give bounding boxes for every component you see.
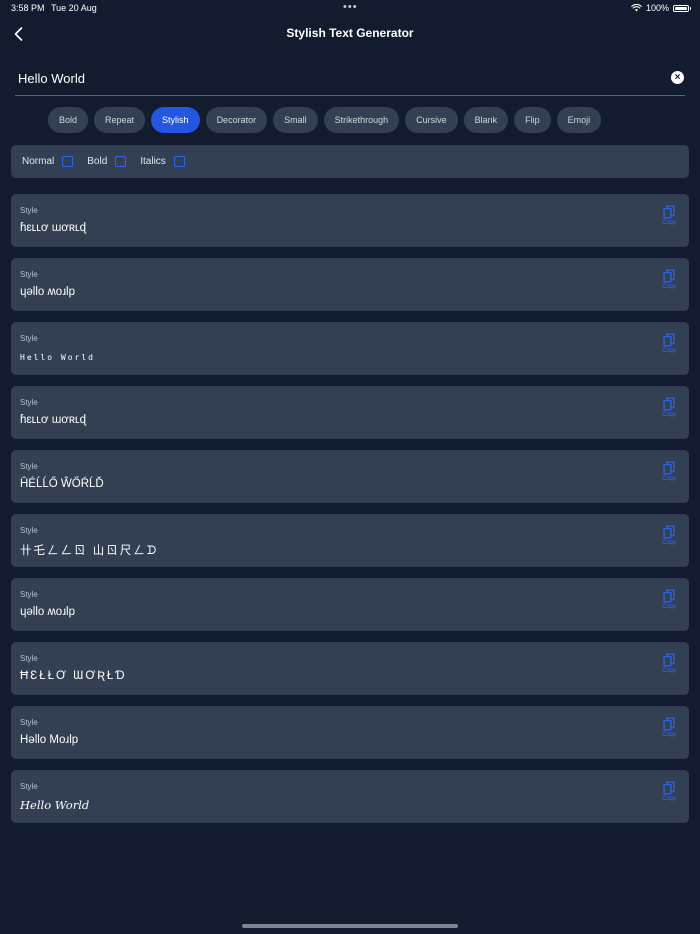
copy-button[interactable]: Copy — [661, 205, 677, 229]
style-text: ɥǝllo ʍoɹlp — [20, 606, 75, 618]
status-time: 3:58 PM — [11, 3, 45, 13]
style-text: ĤÉĹĹŐ ŴŐŔĹĎ — [20, 478, 104, 490]
style-card[interactable]: Style 卄乇ㄥㄥㄖ 山ㄖ尺ㄥᗪ Copy — [11, 514, 689, 567]
multitasking-dots[interactable]: ••• — [343, 1, 358, 13]
style-caption: Style — [20, 206, 38, 215]
style-text: ɦɛʟʟơ ɯơʀʟɖ — [20, 414, 87, 426]
copy-icon — [663, 717, 675, 731]
style-card[interactable]: Style Hǝllo Moɹlp Copy — [11, 706, 689, 759]
copy-label: Copy — [661, 220, 676, 226]
copy-icon — [663, 461, 675, 475]
style-caption: Style — [20, 334, 38, 343]
copy-icon — [663, 269, 675, 283]
copy-button[interactable]: Copy — [661, 589, 677, 613]
copy-icon — [663, 397, 675, 411]
style-caption: Style — [20, 462, 38, 471]
copy-label: Copy — [661, 732, 676, 738]
style-caption: Style — [20, 590, 38, 599]
battery-percent: 100% — [645, 3, 669, 13]
copy-button[interactable]: Copy — [661, 397, 677, 421]
style-card[interactable]: Style ɦɛʟʟơ ɯơʀʟɖ Copy — [11, 194, 689, 247]
copy-icon — [663, 525, 675, 539]
style-text: ɦɛʟʟơ ɯơʀʟɖ — [20, 222, 87, 234]
style-card[interactable]: Style ɥǝllo ʍoɹlp Copy — [11, 578, 689, 631]
copy-label: Copy — [661, 476, 676, 482]
style-caption: Style — [20, 526, 38, 535]
tab-cursive[interactable]: Cursive — [405, 107, 458, 133]
tab-small[interactable]: Small — [273, 107, 318, 133]
wifi-icon — [631, 4, 642, 12]
style-text: Hello World — [20, 798, 90, 812]
copy-button[interactable]: Copy — [661, 781, 677, 805]
tab-decorator[interactable]: Decorator — [205, 107, 268, 133]
text-input-row: × — [15, 66, 685, 96]
copy-label: Copy — [661, 540, 676, 546]
bold-checkbox[interactable] — [115, 156, 127, 167]
normal-label: Normal — [22, 156, 55, 167]
style-card[interactable]: Style ĤÉĹĹŐ ŴŐŔĹĎ Copy — [11, 450, 689, 503]
style-text: ĦƐŁŁƠ ƜƠƦŁƊ — [20, 670, 127, 682]
style-text: Hǝllo Moɹlp — [20, 734, 79, 746]
tab-bold[interactable]: Bold — [48, 107, 89, 133]
tab-repeat[interactable]: Repeat — [94, 107, 146, 133]
style-caption: Style — [20, 654, 38, 663]
text-input[interactable] — [15, 66, 658, 90]
tab-flip[interactable]: Flip — [514, 107, 551, 133]
page-title: Stylish Text Generator — [286, 26, 414, 40]
copy-label: Copy — [661, 284, 676, 290]
italics-checkbox[interactable] — [173, 156, 185, 167]
style-caption: Style — [20, 782, 38, 791]
style-category-tabs: Bold Repeat Stylish Decorator Small Stri… — [48, 107, 602, 133]
bold-label: Bold — [87, 156, 108, 167]
style-card[interactable]: Style ĦƐŁŁƠ ƜƠƦŁƊ Copy — [11, 642, 689, 695]
italics-label: Italics — [140, 156, 166, 167]
style-list: Style ɦɛʟʟơ ɯơʀʟɖ Copy Style ɥǝllo ʍoɹlp… — [11, 194, 689, 834]
copy-button[interactable]: Copy — [661, 461, 677, 485]
copy-label: Copy — [661, 412, 676, 418]
tab-stylish[interactable]: Stylish — [151, 107, 200, 133]
tab-blank[interactable]: Blank — [463, 107, 509, 133]
style-card[interactable]: Style Hello World Copy — [11, 770, 689, 823]
status-bar: 3:58 PM Tue 20 Aug ••• 100% — [0, 0, 700, 18]
copy-button[interactable]: Copy — [661, 525, 677, 549]
copy-button[interactable]: Copy — [661, 333, 677, 357]
status-right: 100% — [631, 3, 691, 13]
style-card[interactable]: Style Hello World Copy — [11, 322, 689, 375]
style-caption: Style — [20, 718, 38, 727]
copy-label: Copy — [661, 796, 676, 802]
copy-icon — [663, 333, 675, 347]
battery-icon — [673, 4, 691, 12]
style-card[interactable]: Style ɦɛʟʟơ ɯơʀʟɖ Copy — [11, 386, 689, 439]
format-options: Normal Bold Italics — [11, 145, 689, 178]
style-text: 卄乇ㄥㄥㄖ 山ㄖ尺ㄥᗪ — [20, 545, 159, 557]
copy-label: Copy — [661, 668, 676, 674]
copy-label: Copy — [661, 348, 676, 354]
status-date: Tue 20 Aug — [51, 3, 97, 13]
copy-icon — [663, 205, 675, 219]
copy-button[interactable]: Copy — [661, 717, 677, 741]
style-text: Hello World — [20, 353, 95, 362]
copy-icon — [663, 589, 675, 603]
tab-strikethrough[interactable]: Strikethrough — [323, 107, 400, 133]
style-card[interactable]: Style ɥǝllo ʍoɹlp Copy — [11, 258, 689, 311]
copy-button[interactable]: Copy — [661, 269, 677, 293]
style-caption: Style — [20, 270, 38, 279]
x-circle-icon[interactable]: × — [671, 71, 684, 84]
copy-icon — [663, 781, 675, 795]
copy-button[interactable]: Copy — [661, 653, 677, 677]
tab-emoji[interactable]: Emoji — [556, 107, 602, 133]
copy-icon — [663, 653, 675, 667]
style-caption: Style — [20, 398, 38, 407]
home-indicator[interactable] — [242, 924, 458, 928]
copy-label: Copy — [661, 604, 676, 610]
nav-bar: Stylish Text Generator — [0, 20, 700, 48]
normal-checkbox[interactable] — [62, 156, 74, 167]
style-text: ɥǝllo ʍoɹlp — [20, 286, 75, 298]
